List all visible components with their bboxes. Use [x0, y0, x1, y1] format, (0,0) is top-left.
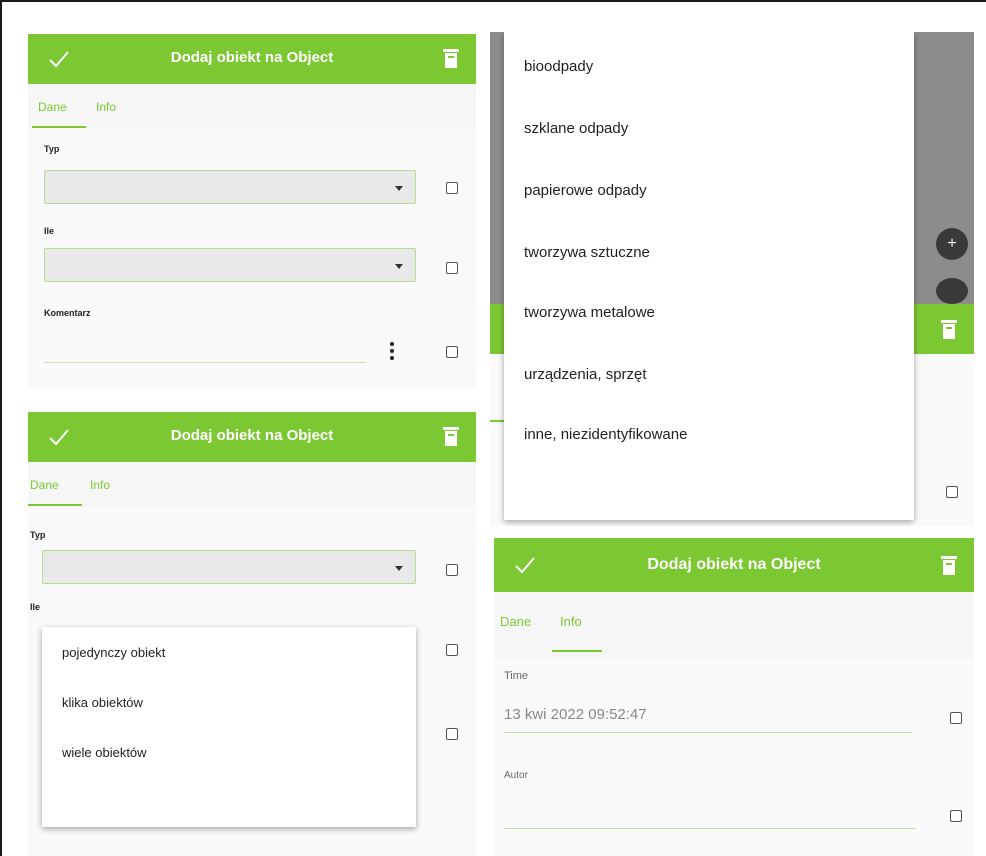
typ-checkbox[interactable] [446, 182, 458, 194]
app-bar: Dodaj obiekt na Object [28, 412, 476, 462]
time-label: Time [504, 670, 529, 682]
check-icon[interactable] [512, 552, 538, 578]
extra-checkbox[interactable] [446, 728, 458, 740]
trash-icon[interactable] [442, 47, 460, 69]
dropdown-option[interactable]: inne, niezidentyfikowane [524, 426, 687, 443]
chevron-down-icon [395, 264, 403, 269]
autor-label: Autor [504, 770, 528, 781]
active-tab-indicator [28, 504, 82, 506]
app-bar-title: Dodaj obiekt na Object [170, 49, 334, 66]
panel-top-left: Dodaj obiekt na Object Dane Info Typ Ile… [28, 34, 476, 388]
dropdown-option[interactable]: szklane odpady [524, 120, 628, 137]
trash-icon[interactable] [940, 554, 958, 576]
ile-select[interactable] [44, 248, 416, 282]
komentarz-input[interactable] [44, 362, 366, 363]
ile-checkbox[interactable] [446, 262, 458, 274]
dropdown-option[interactable]: tworzywa metalowe [524, 304, 655, 321]
dropdown-option[interactable]: tworzywa sztuczne [524, 244, 650, 261]
secondary-fab[interactable] [936, 278, 968, 304]
more-options-icon[interactable] [390, 342, 394, 363]
tab-info[interactable]: Info [560, 614, 582, 629]
ile-checkbox[interactable] [446, 644, 458, 656]
add-fab[interactable]: + [936, 228, 968, 260]
active-tab-indicator [32, 126, 86, 128]
autor-input[interactable] [504, 828, 916, 829]
trash-icon[interactable] [940, 318, 958, 340]
app-bar: Dodaj obiekt na Object [28, 34, 476, 84]
ile-label: Ile [30, 602, 41, 612]
app-bar: Dodaj obiekt na Object [494, 538, 974, 592]
typ-checkbox[interactable] [446, 564, 458, 576]
active-tab-indicator [552, 650, 602, 652]
trash-icon[interactable] [442, 425, 460, 447]
typ-label: Typ [44, 144, 60, 154]
field-checkbox[interactable] [946, 486, 958, 498]
dropdown-option[interactable]: papierowe odpady [524, 182, 647, 199]
tab-bar: Dane Info [494, 592, 974, 658]
typ-label: Typ [30, 530, 46, 540]
chevron-down-icon [395, 566, 403, 571]
app-bar-title: Dodaj obiekt na Object [170, 427, 334, 444]
typ-dropdown-menu: bioodpady szklane odpady papierowe odpad… [504, 32, 914, 520]
tab-dane[interactable]: Dane [38, 100, 67, 114]
frame-border-left [0, 0, 2, 856]
ile-dropdown-menu: pojedynczy obiekt klika obiektów wiele o… [42, 627, 416, 827]
time-input-underline [504, 732, 912, 733]
komentarz-label: Komentarz [44, 308, 91, 318]
check-icon[interactable] [46, 424, 72, 450]
tab-bar: Dane Info [28, 84, 476, 128]
app-bar-title: Dodaj obiekt na Object [647, 556, 821, 573]
typ-select[interactable] [42, 550, 416, 584]
tab-dane[interactable]: Dane [30, 478, 59, 492]
dropdown-option[interactable]: pojedynczy obiekt [62, 645, 165, 660]
komentarz-checkbox[interactable] [446, 346, 458, 358]
dropdown-option[interactable]: bioodpady [524, 58, 593, 75]
chevron-down-icon [395, 186, 403, 191]
panel-bottom-left: Dodaj obiekt na Object Dane Info Typ Ile… [28, 412, 476, 856]
tab-info[interactable]: Info [90, 478, 110, 492]
panel-bottom-right: Dodaj obiekt na Object Dane Info Time 13… [494, 538, 974, 856]
check-icon[interactable] [46, 46, 72, 72]
time-checkbox[interactable] [950, 712, 962, 724]
tab-dane[interactable]: Dane [500, 614, 531, 629]
dropdown-option[interactable]: klika obiektów [62, 695, 143, 710]
time-value: 13 kwi 2022 09:52:47 [504, 706, 647, 723]
typ-select[interactable] [44, 170, 416, 204]
ile-label: Ile [44, 226, 55, 236]
frame-border-top [0, 0, 986, 2]
tab-info[interactable]: Info [96, 100, 116, 114]
autor-checkbox[interactable] [950, 810, 962, 822]
dropdown-option[interactable]: urządzenia, sprzęt [524, 366, 647, 383]
panel-top-right: + bioodpady szklane odpady papierowe odp… [490, 32, 974, 526]
dropdown-option[interactable]: wiele obiektów [62, 745, 147, 760]
tab-bar: Dane Info [28, 462, 476, 506]
